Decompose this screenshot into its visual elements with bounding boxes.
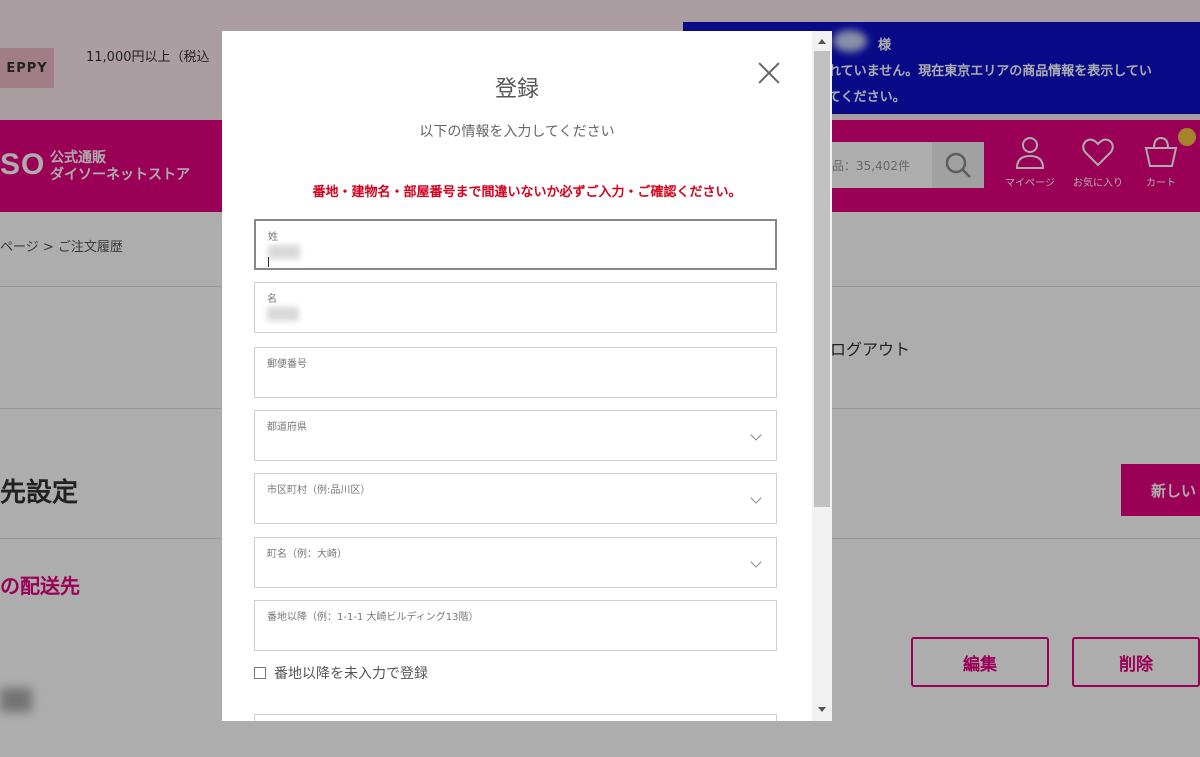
street-address-field[interactable]: 番地以降（例：1-1-1 大崎ビルディング13階） bbox=[254, 600, 777, 651]
modal-title: 登録 bbox=[494, 77, 539, 102]
field-label: 郵便番号 bbox=[267, 359, 307, 370]
town-select[interactable]: 町名（例：大崎） bbox=[254, 537, 777, 588]
modal-subtitle: 以下の情報を入力してください bbox=[419, 124, 615, 140]
register-modal: 登録 以下の情報を入力してください 番地・建物名・部屋番号まで間違いないか必ずご… bbox=[222, 31, 832, 721]
skip-street-checkbox-row[interactable]: 番地以降を未入力で登録 bbox=[254, 663, 428, 683]
scroll-up-icon[interactable] bbox=[818, 39, 826, 44]
scroll-thumb[interactable] bbox=[814, 51, 830, 507]
last-name-field[interactable]: 姓 bbox=[254, 219, 777, 270]
prefecture-select[interactable]: 都道府県 bbox=[254, 410, 777, 461]
next-field-partial[interactable] bbox=[254, 714, 777, 721]
chevron-down-icon bbox=[750, 429, 762, 441]
field-label: 番地以降（例：1-1-1 大崎ビルディング13階） bbox=[267, 612, 479, 623]
field-label: 市区町村（例:品川区） bbox=[267, 485, 371, 496]
field-label: 姓 bbox=[268, 232, 278, 243]
close-icon[interactable] bbox=[755, 59, 783, 87]
chevron-down-icon bbox=[750, 492, 762, 504]
field-label: 名 bbox=[267, 294, 277, 305]
first-name-field[interactable]: 名 bbox=[254, 282, 777, 333]
postal-code-field[interactable]: 郵便番号 bbox=[254, 347, 777, 398]
scroll-down-icon[interactable] bbox=[818, 707, 826, 712]
redacted-value bbox=[268, 245, 300, 259]
modal-scrollbar[interactable] bbox=[812, 31, 832, 721]
redacted-value bbox=[267, 307, 299, 321]
chevron-down-icon bbox=[750, 556, 762, 568]
skip-street-checkbox[interactable] bbox=[254, 667, 266, 679]
text-caret bbox=[268, 257, 269, 267]
field-label: 都道府県 bbox=[267, 422, 307, 433]
city-select[interactable]: 市区町村（例:品川区） bbox=[254, 473, 777, 524]
checkbox-label: 番地以降を未入力で登録 bbox=[274, 666, 428, 682]
address-warning: 番地・建物名・部屋番号まで間違いないか必ずご入力・ご確認ください。 bbox=[312, 185, 742, 200]
field-label: 町名（例：大崎） bbox=[267, 549, 347, 560]
